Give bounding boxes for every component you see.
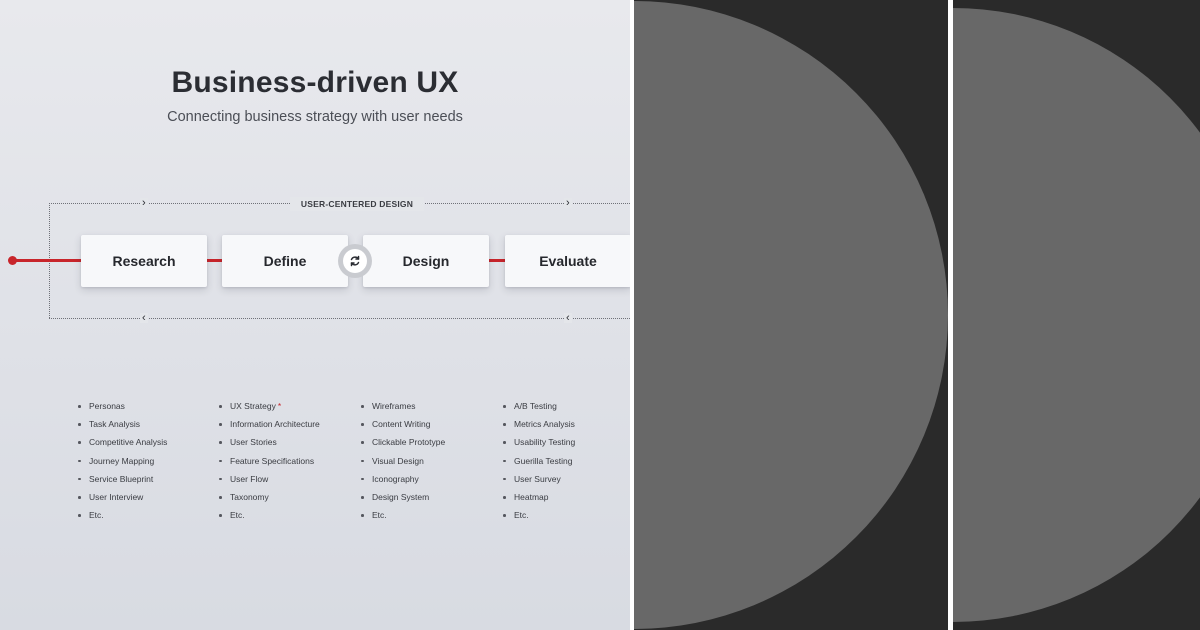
list-item: Guerilla Testing [503,452,575,470]
page-subtitle: Connecting business strategy with user n… [167,109,463,125]
list-item: Etc. [219,506,320,524]
stage-card-research[interactable]: Research [81,235,207,287]
design-activities-list: Wireframes Content Writing Clickable Pro… [361,397,445,524]
chevron-left-icon: ‹ [140,312,148,324]
evaluate-activities-list: A/B Testing Metrics Analysis Usability T… [503,397,575,524]
list-item: User Survey [503,470,575,488]
flow-loop-bottom [49,318,630,319]
infographic-panel: Business-driven UX Connecting business s… [0,0,630,630]
page-title: Business-driven UX [171,66,459,99]
stage-card-design[interactable]: Design [363,235,489,287]
list-item: Iconography [361,470,445,488]
list-item: Personas [78,397,167,415]
list-item: Clickable Prototype [361,433,445,451]
list-item: Information Architecture [219,415,320,433]
list-item: User Flow [219,470,320,488]
highlight-marker: * [277,401,282,411]
chevron-left-icon: ‹ [564,312,572,324]
list-item: Metrics Analysis [503,415,575,433]
list-item: Taxonomy [219,488,320,506]
list-item: Design System [361,488,445,506]
list-item: Content Writing [361,415,445,433]
half-circle-shape [634,1,948,629]
define-activities-list: UX Strategy * Information Architecture Us… [219,397,320,524]
half-circle-shape [953,8,1200,622]
stage-card-define[interactable]: Define [222,235,348,287]
list-item: Journey Mapping [78,452,167,470]
list-item: Etc. [78,506,167,524]
refresh-icon [350,255,360,267]
list-item: Heatmap [503,488,575,506]
decorative-panel-1 [634,0,948,630]
loop-badge [338,244,372,278]
list-item: A/B Testing [503,397,575,415]
list-item: UX Strategy * [219,397,320,415]
list-item: User Stories [219,433,320,451]
decorative-panel-2 [953,0,1200,630]
list-item: Usability Testing [503,433,575,451]
list-item: User Interview [78,488,167,506]
list-item: Service Blueprint [78,470,167,488]
list-item: Etc. [361,506,445,524]
chevron-right-icon: › [140,197,148,209]
list-item: Wireframes [361,397,445,415]
research-activities-list: Personas Task Analysis Competitive Analy… [78,397,167,524]
list-item: Task Analysis [78,415,167,433]
list-item: Etc. [503,506,575,524]
process-start-dot [8,256,17,265]
list-item: Visual Design [361,452,445,470]
flow-label: USER-CENTERED DESIGN [290,197,424,211]
stage-card-evaluate[interactable]: Evaluate [505,235,630,287]
list-item: Competitive Analysis [78,433,167,451]
list-item: Feature Specifications [219,452,320,470]
chevron-right-icon: › [564,197,572,209]
